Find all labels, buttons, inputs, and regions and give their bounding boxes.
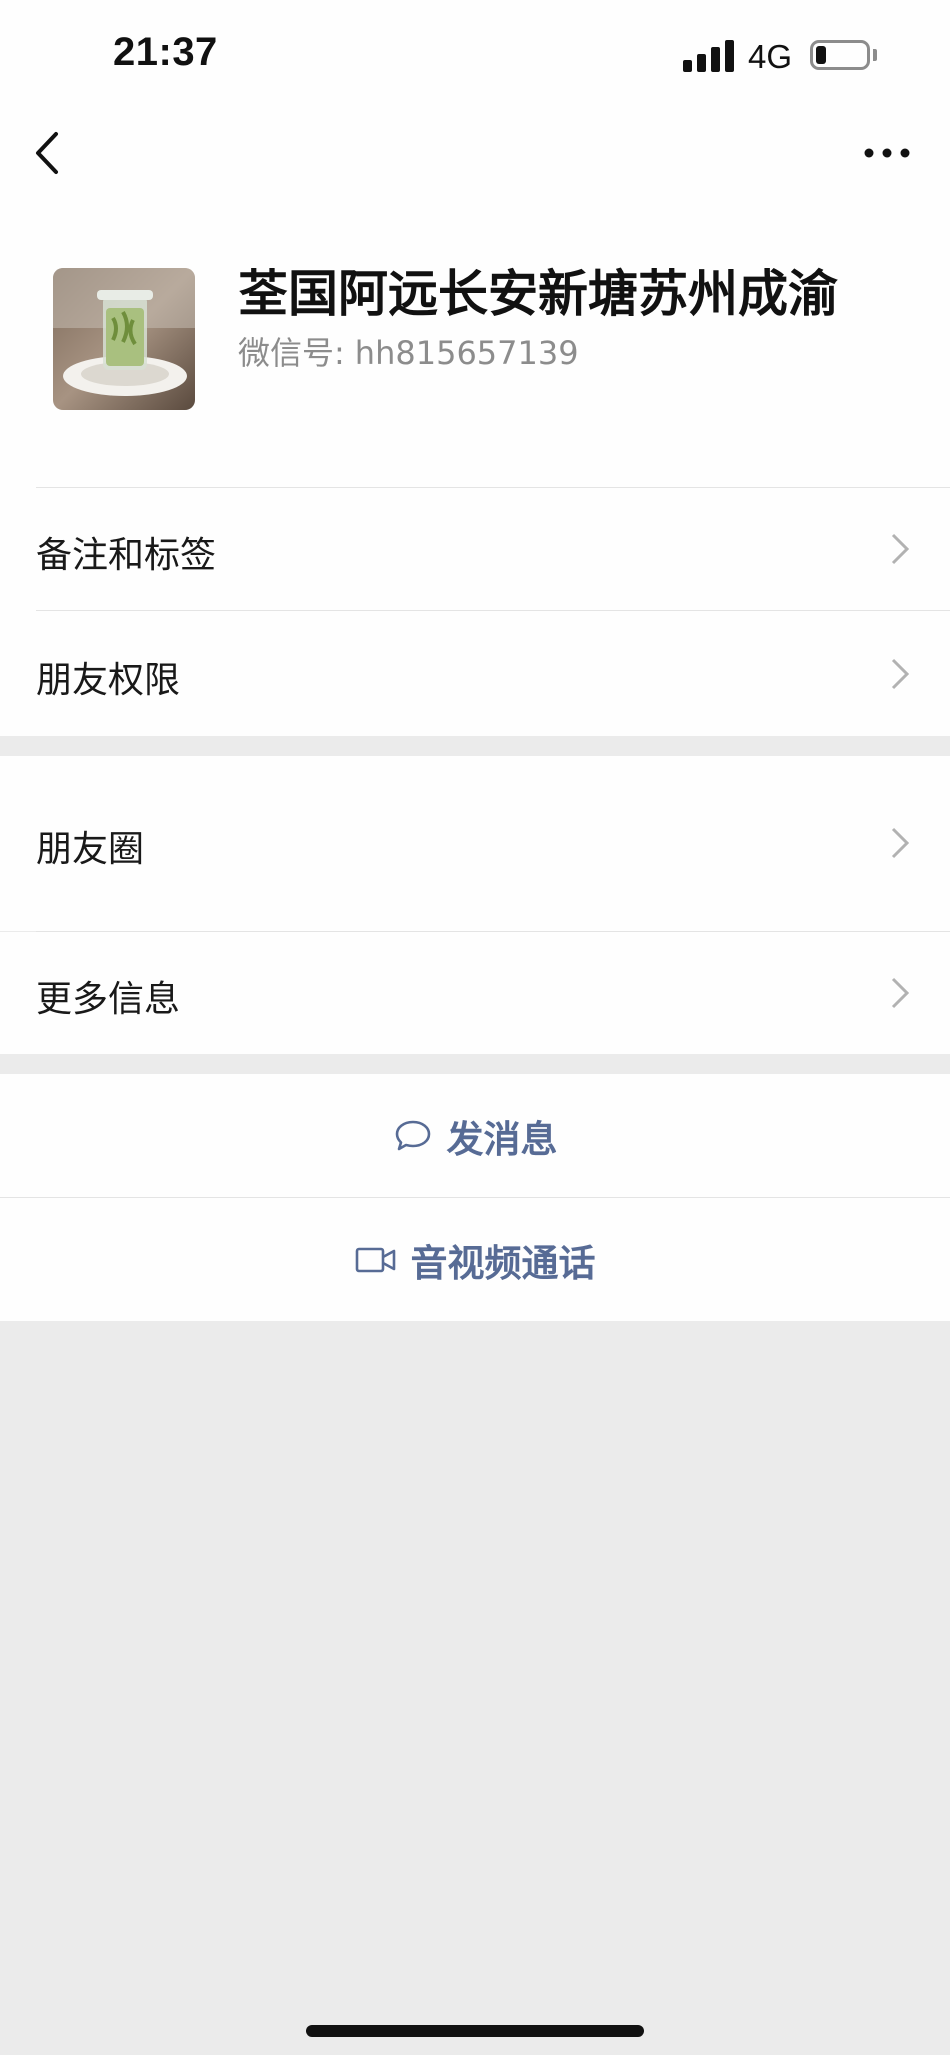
- video-camera-icon: [355, 1247, 395, 1272]
- wechat-id-value: hh815657139: [354, 334, 579, 372]
- menu-item-label: 朋友圈: [36, 829, 145, 870]
- chevron-left-icon[interactable]: [30, 128, 70, 178]
- section-gap: [0, 1054, 950, 1074]
- menu-item-remarks-tags[interactable]: 备注和标签: [0, 488, 950, 610]
- wechat-id-line: 微信号: hh815657139: [238, 328, 579, 374]
- wechat-id-label: 微信号:: [238, 334, 345, 372]
- avatar[interactable]: [53, 268, 195, 410]
- menu-item-label: 备注和标签: [36, 535, 217, 576]
- menu-item-friend-permissions[interactable]: 朋友权限: [0, 611, 950, 736]
- battery-tip: [873, 49, 877, 61]
- chevron-right-icon: [891, 977, 910, 1009]
- ellipsis-icon[interactable]: [862, 138, 912, 168]
- menu-item-label: 更多信息: [36, 979, 181, 1020]
- network-type: 4G: [748, 38, 793, 75]
- send-message-label: 发消息: [446, 1117, 558, 1161]
- section-gap: [0, 736, 950, 756]
- video-call-label: 音视频通话: [410, 1241, 596, 1285]
- profile-name: 荃国阿远长安新塘苏州成渝: [238, 265, 838, 323]
- chat-bubble-icon: [395, 1120, 430, 1150]
- menu-item-label: 朋友权限: [36, 660, 181, 701]
- menu-item-more-info[interactable]: 更多信息: [0, 932, 950, 1054]
- signal-strength-icon: [683, 38, 735, 72]
- chevron-right-icon: [891, 533, 910, 565]
- battery-icon: [810, 40, 870, 70]
- video-call-button[interactable]: 音视频通话: [0, 1198, 950, 1321]
- menu-item-moments[interactable]: 朋友圈: [0, 756, 950, 931]
- chevron-right-icon: [891, 827, 910, 859]
- chevron-right-icon: [891, 658, 910, 690]
- send-message-button[interactable]: 发消息: [0, 1074, 950, 1197]
- status-time: 21:37: [113, 30, 218, 74]
- home-indicator[interactable]: [306, 2025, 644, 2037]
